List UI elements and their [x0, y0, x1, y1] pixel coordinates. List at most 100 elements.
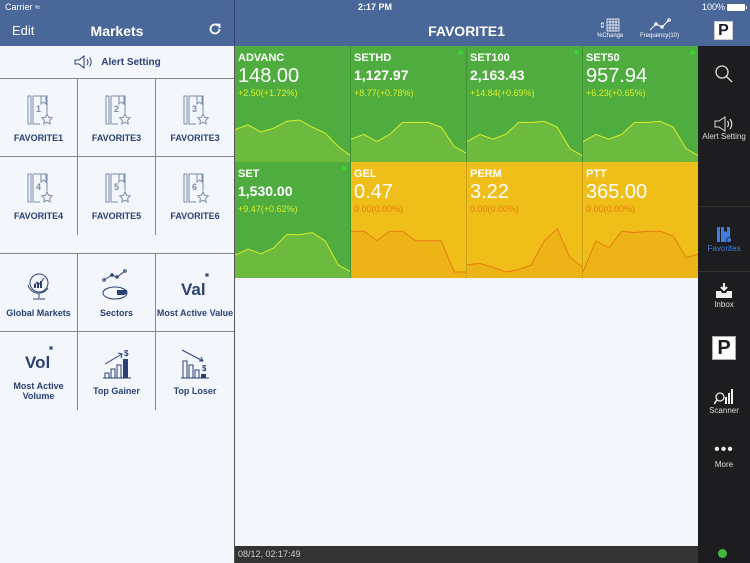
favorite-item[interactable]: 1 FAVORITE1 — [0, 79, 78, 157]
sidebar-item-scanner[interactable]: Scanner — [698, 388, 750, 415]
stock-tile[interactable]: SET 1,530.00 +9.47(+0.62%) — [235, 162, 351, 278]
svg-text:4: 4 — [36, 182, 41, 192]
global-markets-button[interactable]: Global Markets — [0, 254, 78, 332]
favorite-list-title: FAVORITE1 — [428, 23, 505, 39]
svg-text:Vol: Vol — [25, 353, 50, 372]
connection-status-dot — [718, 549, 727, 558]
sectors-button[interactable]: Sectors — [78, 254, 156, 332]
right-sidebar: Alert Setting Favorites Inbox P Scanner … — [698, 46, 750, 563]
battery-icon — [727, 3, 747, 11]
tile-price: 2,163.43 — [470, 67, 525, 83]
bookmark-book-icon: 3 — [183, 95, 210, 125]
svg-text:1: 1 — [36, 104, 41, 114]
svg-text:Val: Val — [181, 280, 206, 299]
favorite-label: FAVORITE6 — [170, 211, 220, 221]
top-gainer-button[interactable]: $ Top Gainer — [78, 332, 156, 410]
sparkline-area — [351, 122, 466, 162]
tile-price: 1,530.00 — [238, 183, 293, 199]
live-indicator-dot — [574, 50, 579, 55]
inbox-icon — [716, 283, 732, 298]
p-logo-icon: P — [712, 336, 736, 360]
svg-text:$: $ — [124, 349, 129, 358]
globe-chart-icon — [27, 273, 48, 299]
tile-price: 957.94 — [586, 65, 648, 87]
stock-tile[interactable]: PERM 3.22 0.00(0.00%) — [467, 162, 583, 278]
favorite-item[interactable]: 2 FAVORITE3 — [78, 79, 156, 157]
app-root: Carrier ≈ 2:17 PM 100% Edit Markets FAVO… — [0, 0, 750, 563]
most-active-value-button[interactable]: Val Most Active Value — [156, 254, 234, 332]
favorites-icon — [717, 227, 732, 243]
speaker-icon — [714, 116, 733, 132]
stock-tile[interactable]: SETHD 1,127.97 +8.77(+0.78%) — [351, 46, 467, 162]
stock-tile[interactable]: SET50 957.94 +6.23(+0.65%) — [583, 46, 699, 162]
most-active-volume-button[interactable]: Vol Most Active Volume — [0, 332, 78, 410]
line-chart-icon — [649, 18, 671, 31]
grid-icon: ⇕ — [599, 18, 620, 32]
tile-change: +6.23(+0.65%) — [586, 88, 646, 98]
sidebar-item-more[interactable]: ••• More — [698, 442, 750, 470]
last-update-footer: 08/12, 02:17:49 — [235, 546, 698, 563]
bookmark-book-icon: 2 — [105, 95, 131, 125]
sidebar-item-inbox[interactable]: Inbox — [698, 282, 750, 309]
market-tools-grid: Global Markets Sectors Val Most Active V… — [0, 254, 234, 410]
speaker-icon — [74, 55, 93, 69]
sidebar-item-favorites[interactable]: Favorites — [698, 226, 750, 253]
section-spacer — [0, 235, 234, 254]
stock-tile[interactable]: SET100 2,163.43 +14.84(+0.69%) — [467, 46, 583, 162]
sparkline-area — [351, 231, 466, 278]
bookmark-book-icon: 1 — [27, 95, 53, 125]
sidebar-item-alert-setting[interactable]: Alert Setting — [698, 116, 750, 141]
percent-change-toggle[interactable]: ⇕ %Change — [597, 18, 623, 39]
tile-symbol: SETHD — [354, 52, 392, 64]
sidebar-item-p-logo[interactable]: P — [698, 336, 750, 360]
svg-text:3: 3 — [192, 104, 197, 114]
frequency-toggle[interactable]: Frequency(10) — [640, 18, 679, 39]
tile-symbol: SET50 — [586, 52, 620, 64]
tile-change: 0.00(0.00%) — [586, 204, 636, 214]
alert-setting-button[interactable]: Alert Setting — [0, 46, 234, 79]
favorite-label: FAVORITE3 — [170, 132, 220, 143]
favorite-item[interactable]: 5 FAVORITE5 — [78, 157, 156, 235]
favorites-grid: 1 FAVORITE1 2 FAVORITE3 3 FAVORITE3 4 FA… — [0, 79, 234, 235]
stock-tile[interactable]: GEL 0.47 0.00(0.00%) — [351, 162, 467, 278]
favorite-label: FAVORITE4 — [13, 211, 64, 221]
favorite-item[interactable]: 4 FAVORITE4 — [0, 157, 78, 235]
svg-text:2: 2 — [114, 104, 119, 114]
sparkline-area — [235, 120, 350, 162]
favorite-label: FAVORITE5 — [91, 211, 142, 221]
stock-tile[interactable]: PTT 365.00 0.00(0.00%) — [583, 162, 699, 278]
tile-change: 0.00(0.00%) — [354, 204, 404, 214]
p-logo-icon[interactable]: P — [714, 21, 733, 40]
sidebar-divider — [698, 206, 750, 207]
top-bar: Carrier ≈ 2:17 PM 100% Edit Markets FAVO… — [0, 0, 750, 46]
top-gainer-icon: $ — [102, 349, 131, 379]
svg-text:⇕: ⇕ — [599, 21, 606, 30]
tile-price: 365.00 — [586, 181, 648, 203]
sidebar-divider — [698, 271, 750, 272]
stock-tile[interactable]: ADVANC 148.00 +2.50(+1.72%) — [235, 46, 351, 162]
sparkline-area — [235, 232, 350, 278]
favorite-item[interactable]: 3 FAVORITE3 — [156, 79, 234, 157]
tile-symbol: ADVANC — [238, 52, 285, 64]
live-indicator-dot — [690, 50, 695, 55]
sparkline-area — [583, 231, 698, 278]
top-loser-button[interactable]: $ Top Loser — [156, 332, 234, 410]
svg-text:$: $ — [202, 364, 207, 373]
alert-setting-label: Alert Setting — [101, 56, 161, 68]
favorite-item[interactable]: 6 FAVORITE6 — [156, 157, 234, 235]
favorite-label: FAVORITE3 — [91, 132, 142, 143]
markets-title: Markets — [90, 23, 144, 39]
tile-symbol: GEL — [354, 168, 377, 180]
bookmark-book-icon: 6 — [183, 173, 210, 203]
battery-indicator: 100% — [702, 2, 747, 12]
sidebar-item-search[interactable] — [698, 64, 750, 84]
tile-price: 1,127.97 — [354, 67, 409, 83]
tile-change: 0.00(0.00%) — [470, 204, 520, 214]
top-loser-icon: $ — [181, 349, 209, 379]
scanner-icon — [714, 389, 733, 405]
sparkline-area — [467, 228, 582, 278]
tile-symbol: PTT — [586, 168, 607, 180]
tile-symbol: SET — [238, 168, 260, 180]
tile-symbol: SET100 — [470, 52, 510, 64]
refresh-icon[interactable] — [208, 22, 222, 39]
